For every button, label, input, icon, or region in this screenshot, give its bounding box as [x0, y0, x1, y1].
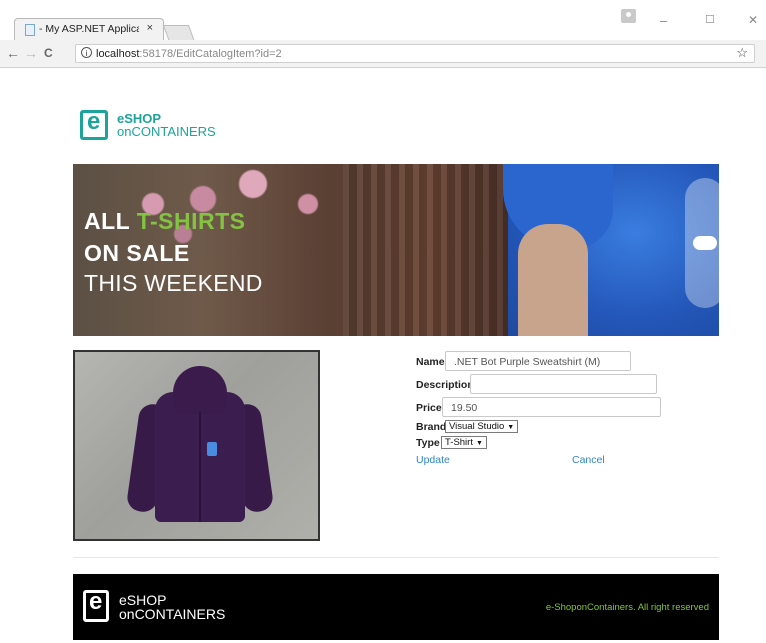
browser-tabstrip: - My ASP.NET Applicatio × – ☐ ✕ — [0, 0, 766, 42]
minimize-icon[interactable]: – — [660, 13, 667, 28]
chevron-down-icon: ▼ — [507, 424, 515, 431]
hero-line1-tshirts: T-SHIRTS — [136, 208, 246, 234]
price-label: Price — [416, 402, 442, 414]
hero-banner: ALL T-SHIRTS ON SALE THIS WEEKEND — [73, 164, 719, 336]
footer-logo-line2: onCONTAINERS — [119, 606, 226, 622]
product-image — [73, 350, 320, 541]
bookmark-star-icon[interactable]: ☆ — [736, 45, 748, 61]
footer-copyright: e-ShoponContainers. All right reserved — [545, 602, 709, 613]
page-favicon-icon — [25, 24, 35, 36]
brand-label: Brand — [416, 421, 447, 433]
hero-line3: THIS WEEKEND — [84, 270, 263, 296]
logo-mark-letter: e — [87, 108, 101, 135]
url-path: :58178/EditCatalogItem?id=2 — [139, 48, 282, 60]
type-select[interactable]: T-Shirt ▼ — [441, 436, 487, 449]
window-close-icon[interactable]: ✕ — [748, 13, 758, 27]
name-label: Name — [416, 356, 445, 368]
hero-line1-all: ALL — [84, 208, 137, 234]
hero-line1: ALL T-SHIRTS — [84, 208, 245, 235]
forward-arrow-icon[interactable]: → — [24, 45, 38, 61]
type-selected-value: T-Shirt — [445, 437, 473, 448]
logo-mark-icon: e — [80, 108, 108, 140]
footer-logo-mark-icon: e — [83, 588, 109, 622]
price-field[interactable]: 19.50 — [442, 397, 661, 417]
footer: e eSHOP onCONTAINERS e-ShoponContainers.… — [73, 574, 719, 640]
chevron-down-icon: ▼ — [475, 440, 483, 447]
maximize-icon[interactable]: ☐ — [705, 13, 715, 26]
banner-arm-image — [518, 224, 588, 336]
browser-tab[interactable]: - My ASP.NET Applicatio × — [14, 18, 164, 40]
cancel-link[interactable]: Cancel — [572, 454, 605, 466]
dotnet-bot-logo-icon — [207, 442, 217, 456]
hoodie-zipper — [199, 412, 201, 522]
name-field[interactable]: .NET Bot Purple Sweatshirt (M) — [445, 351, 631, 371]
footer-logo-letter: e — [89, 588, 103, 615]
update-link[interactable]: Update — [416, 454, 450, 466]
hero-line2: ON SALE — [84, 240, 190, 266]
tab-close-icon[interactable]: × — [147, 22, 153, 34]
url-host: localhost — [96, 48, 140, 60]
profile-icon[interactable] — [621, 9, 636, 23]
address-url: localhost:58178/EditCatalogItem?id=2 — [96, 48, 282, 60]
site-info-icon[interactable]: i — [81, 47, 92, 58]
tab-title: - My ASP.NET Applicatio — [39, 23, 139, 35]
description-field[interactable] — [470, 374, 657, 394]
section-divider — [73, 557, 719, 558]
brand-selected-value: Visual Studio — [449, 421, 505, 432]
reload-icon[interactable]: C — [44, 46, 53, 60]
browser-toolbar: ← → C i localhost:58178/EditCatalogItem?… — [0, 40, 766, 68]
type-label: Type — [416, 437, 440, 449]
cloud-icon — [693, 236, 717, 250]
logo-line2: onCONTAINERS — [117, 124, 216, 139]
hoodie-hood — [173, 366, 227, 414]
address-bar[interactable]: i localhost:58178/EditCatalogItem?id=2 ☆ — [75, 44, 755, 63]
brand-select[interactable]: Visual Studio ▼ — [445, 420, 519, 433]
back-arrow-icon[interactable]: ← — [6, 45, 20, 61]
description-label: Description — [416, 379, 474, 391]
